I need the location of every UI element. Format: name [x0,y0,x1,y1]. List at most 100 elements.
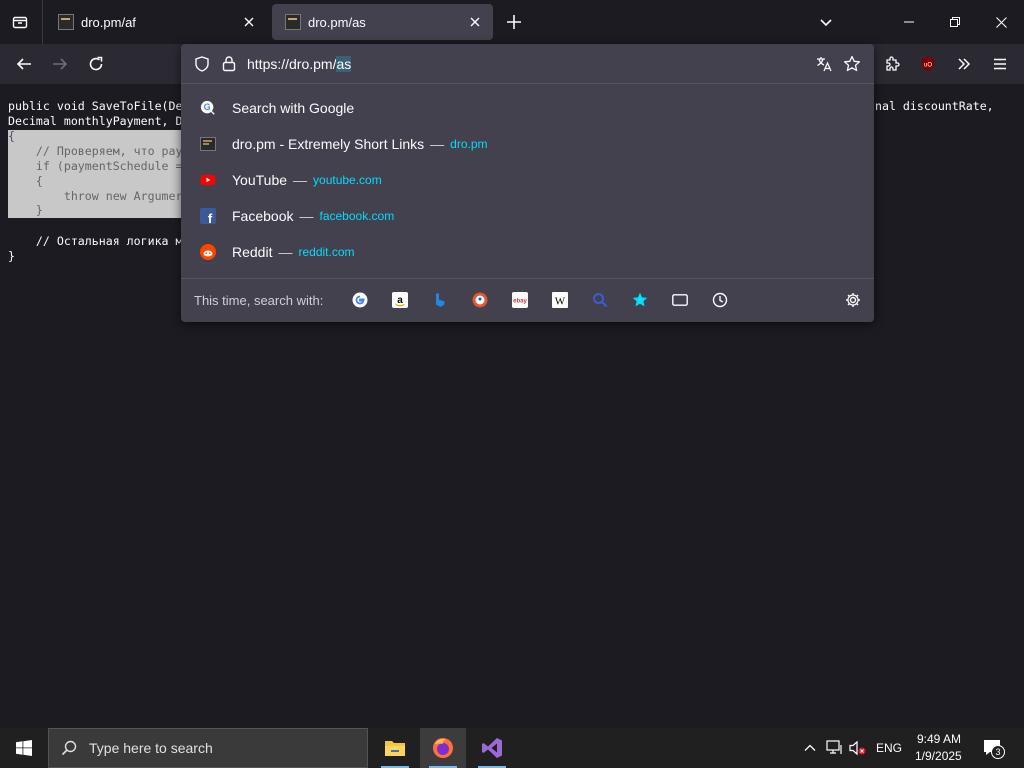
restore-button[interactable] [932,0,978,44]
reddit-icon [200,244,216,260]
suggestion-title: Search with Google [232,100,355,116]
suggestion-separator: — [293,172,308,188]
divider [42,0,43,44]
tab-manager-button[interactable] [6,8,34,36]
suggestion-search-google[interactable]: G Search with Google [189,91,866,125]
close-window-button[interactable] [978,0,1024,44]
code-line: nal discountRate, [875,99,994,113]
extensions-button[interactable] [878,50,906,78]
clock-date[interactable]: 1/9/2025 [915,749,962,763]
app-menu-button[interactable] [986,50,1014,78]
forward-button[interactable] [46,50,74,78]
volume-muted-icon[interactable] [849,740,867,761]
code-line: } [8,249,15,263]
input-language[interactable]: ENG [876,741,902,755]
arrow-left-icon [16,58,31,70]
code-line: // Проверяем, что pay [8,144,183,158]
code-line: if (paymentSchedule = [8,159,183,173]
suggestion-facebook[interactable]: f Facebook — facebook.com [189,199,866,233]
ublock-origin-icon: uO [922,57,934,71]
tabs-icon[interactable] [671,291,689,309]
lock-icon[interactable] [221,55,237,77]
code-line: public void SaveToFile(De [8,99,183,113]
chevron-up-icon[interactable] [803,741,817,760]
restore-icon [950,17,960,27]
bing-icon[interactable] [431,291,449,309]
svg-text:G: G [204,102,211,112]
suggestion-title: Facebook [232,208,294,224]
google-search-icon: G [200,100,216,116]
svg-text:W: W [555,296,566,308]
tab-title: dro.pm/as [308,14,366,30]
close-icon [995,16,1007,28]
arrow-right-icon [53,58,68,70]
minimize-button[interactable] [886,0,932,44]
url-bar[interactable]: https://dro.pm/as [181,44,874,84]
hamburger-menu-icon [994,58,1006,70]
url-selected-text: as [336,56,352,72]
facebook-icon: f [200,208,216,224]
puzzle-icon [886,56,900,71]
visual-studio-taskbar-button[interactable] [469,728,515,768]
search-icon [61,740,77,756]
search-settings-gear-icon[interactable] [844,291,862,309]
windows-logo-icon [16,740,32,756]
tab-dro-pm-as[interactable]: dro.pm/as [272,4,493,40]
one-off-search-bar: This time, search with: a ebay W [181,278,874,322]
code-line: { [8,174,43,188]
bookmarks-star-icon[interactable] [631,291,649,309]
svg-text:f: f [208,211,213,224]
tab-close-button[interactable] [241,14,257,30]
ebay-icon[interactable]: ebay [511,291,529,309]
suggestion-url: dro.pm [450,137,488,151]
taskbar-search-box[interactable]: Type here to search [48,728,368,768]
tab-dro-pm-af[interactable]: dro.pm/af [45,4,267,40]
suggestion-reddit[interactable]: Reddit — reddit.com [189,235,866,269]
tab-close-button[interactable] [467,14,483,30]
address-bar-dropdown: https://dro.pm/as G Search with Google d… [181,44,874,322]
clock-time[interactable]: 9:49 AM [917,732,961,746]
list-all-tabs-button[interactable] [812,8,840,36]
url-input[interactable]: https://dro.pm/as [247,56,352,72]
youtube-icon [200,172,216,188]
tab-manager-icon [12,16,28,29]
file-explorer-icon [385,741,405,756]
suggestion-url: facebook.com [319,209,395,223]
amazon-icon[interactable]: a [391,291,409,309]
svg-text:uO: uO [924,63,932,69]
firefox-icon [433,738,453,758]
search-with-label: This time, search with: [194,293,324,308]
suggestion-separator: — [299,208,314,224]
network-icon[interactable] [826,740,844,761]
more-tools-button[interactable] [950,50,978,78]
duckduckgo-icon[interactable] [471,291,489,309]
windows-taskbar: Type here to search ENG 9:49 AM 1/9/2025… [0,728,1024,768]
back-button[interactable] [10,50,38,78]
notifications-icon[interactable]: 3 [982,738,1006,760]
wikipedia-icon[interactable]: W [551,291,569,309]
suggestion-dro-pm[interactable]: dro.pm - Extremely Short Links — dro.pm [189,127,866,161]
bookmark-star-icon[interactable] [843,55,861,78]
ublock-origin-button[interactable]: uO [914,50,942,78]
suggestion-youtube[interactable]: YouTube — youtube.com [189,163,866,197]
code-line: throw new Argumer [8,189,183,203]
svg-text:a: a [397,295,403,306]
history-icon[interactable] [711,291,729,309]
firefox-taskbar-button[interactable] [420,728,466,768]
suggestion-url: youtube.com [313,173,382,187]
google-icon[interactable] [351,291,369,309]
new-tab-button[interactable] [500,8,528,36]
tracking-protection-shield-icon[interactable] [194,56,210,77]
code-line: Decimal monthlyPayment, D [8,114,183,128]
suggestion-separator: — [278,244,293,260]
translate-icon[interactable] [815,55,833,78]
file-explorer-taskbar-button[interactable] [372,728,418,768]
visual-studio-icon [482,738,502,758]
dro-pm-favicon [285,14,301,30]
search-icon[interactable] [591,291,609,309]
code-line: { [8,129,15,143]
start-button[interactable] [0,728,48,768]
tab-title: dro.pm/af [81,14,136,30]
reload-button[interactable] [82,50,110,78]
tab-bar: dro.pm/af dro.pm/as [0,0,1024,44]
